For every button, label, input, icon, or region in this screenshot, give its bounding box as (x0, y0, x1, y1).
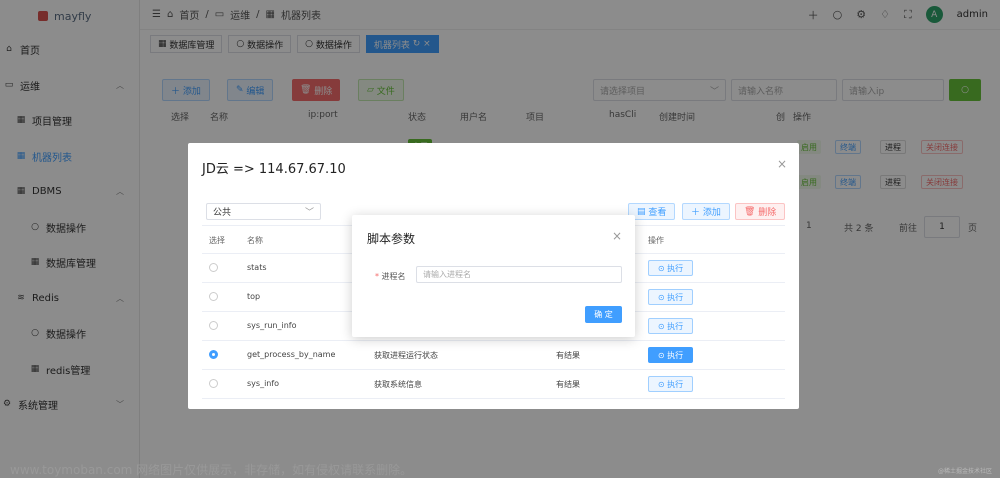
row-radio[interactable] (209, 292, 218, 301)
dialog-title: 脚本参数 (367, 232, 416, 246)
execute-button[interactable]: ⊙ 执行 (648, 289, 693, 305)
view-icon: ▤ (637, 206, 649, 217)
table-row[interactable]: get_process_by_name 获取进程运行状态 有结果 ⊙ 执行 (202, 341, 785, 370)
row-radio-selected[interactable] (209, 350, 218, 359)
play-icon: ⊙ (657, 263, 668, 273)
column-header: 名称 (247, 236, 263, 245)
script-filter-select[interactable]: 公共 ﹀ (206, 203, 321, 220)
close-icon[interactable]: × (612, 229, 622, 243)
process-name-input[interactable]: 请输入进程名 (416, 266, 622, 283)
row-radio[interactable] (209, 321, 218, 330)
watermark-corner: @稀土掘金技术社区 (937, 468, 992, 475)
table-row[interactable]: sys_info 获取系统信息 有结果 ⊙ 执行 (202, 370, 785, 399)
confirm-button[interactable]: 确 定 (585, 306, 622, 323)
play-icon: ⊙ (657, 350, 668, 360)
close-icon[interactable]: × (777, 157, 787, 171)
row-radio[interactable] (209, 263, 218, 272)
play-icon: ⊙ (657, 321, 668, 331)
execute-button[interactable]: ⊙ 执行 (648, 376, 693, 392)
execute-button[interactable]: ⊙ 执行 (648, 260, 693, 276)
modal-title: JD云 => 114.67.67.10 (202, 162, 346, 177)
chevron-down-icon: ﹀ (304, 208, 314, 218)
execute-button[interactable]: ⊙ 执行 (648, 347, 693, 363)
delete-script-button[interactable]: 🗑 删除 (735, 203, 786, 220)
watermark: www.toymoban.com 网络图片仅供展示，非存储，如有侵权请联系删除。 (10, 463, 413, 477)
row-radio[interactable] (209, 379, 218, 388)
process-name-label: * 进程名 (375, 272, 406, 281)
required-mark: * (375, 272, 379, 281)
plus-icon: ＋ (691, 208, 703, 218)
column-header: 选择 (209, 236, 225, 245)
add-script-button[interactable]: ＋ 添加 (682, 203, 730, 220)
play-icon: ⊙ (657, 379, 668, 389)
trash-icon: 🗑 (744, 206, 759, 217)
play-icon: ⊙ (657, 292, 668, 302)
script-params-dialog: 脚本参数 × * 进程名 请输入进程名 确 定 (352, 215, 635, 337)
app-root: mayfly ⌂ 首页 ▭ 运维 ︿ ▦ 项目管理 ▦ 机器列表 ▦ DBMS ︿ ○ 数据操作… (0, 0, 1000, 478)
view-button[interactable]: ▤ 查看 (628, 203, 676, 220)
execute-button[interactable]: ⊙ 执行 (648, 318, 693, 334)
column-header: 操作 (648, 236, 664, 245)
